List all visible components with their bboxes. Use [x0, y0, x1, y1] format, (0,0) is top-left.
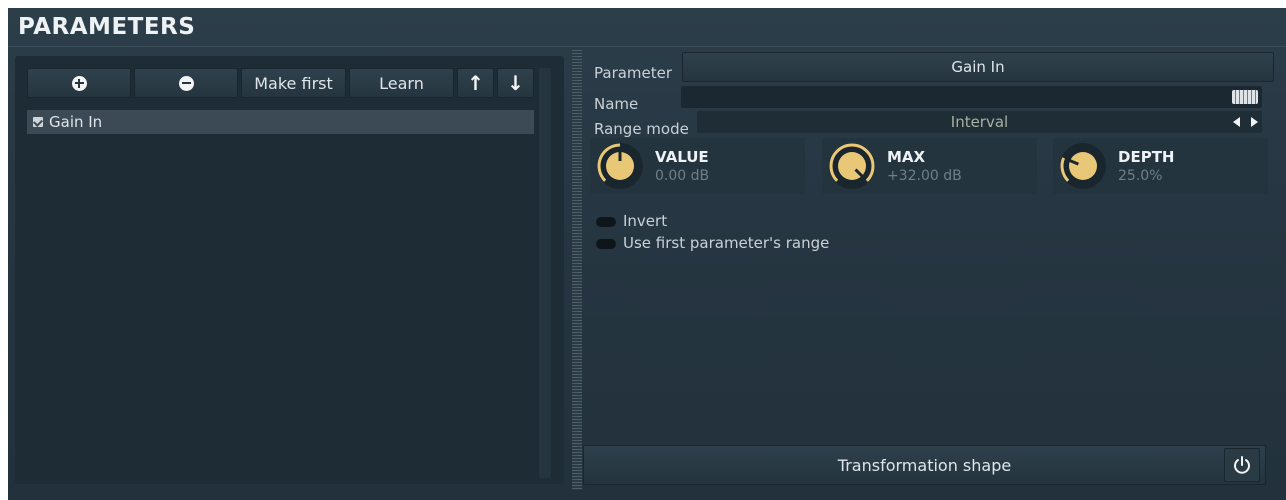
make-first-button[interactable]: Make first: [241, 68, 346, 98]
range-mode-value: Interval: [950, 113, 1009, 131]
learn-button[interactable]: Learn: [349, 68, 454, 98]
name-label: Name: [594, 95, 639, 113]
parameter-label: Parameter: [594, 64, 673, 82]
checkbox-icon[interactable]: [33, 117, 43, 127]
transformation-shape-button[interactable]: Transformation shape: [583, 445, 1266, 485]
parameter-list: Gain In: [27, 110, 534, 470]
remove-parameter-button[interactable]: [134, 68, 238, 98]
value-knob-readout: 0.00 dB: [655, 168, 710, 184]
use-first-range-toggle[interactable]: [596, 239, 616, 249]
title-bar: PARAMETERS: [8, 8, 1286, 47]
list-scrollbar[interactable]: [539, 68, 551, 478]
power-button[interactable]: [1224, 448, 1260, 482]
list-item[interactable]: Gain In: [27, 110, 534, 134]
move-up-button[interactable]: ↑: [457, 68, 494, 98]
range-mode-select[interactable]: Interval: [697, 111, 1262, 133]
value-knob-group: VALUE 0.00 dB: [590, 138, 805, 194]
keyboard-icon[interactable]: [1232, 90, 1258, 104]
invert-label: Invert: [623, 212, 668, 230]
list-item-label: Gain In: [49, 113, 103, 131]
plus-circle-icon: [71, 75, 87, 91]
parameter-select-button[interactable]: Gain In: [682, 52, 1274, 82]
next-arrow-icon[interactable]: [1251, 117, 1258, 127]
add-parameter-button[interactable]: [27, 68, 131, 98]
use-first-range-label: Use first parameter's range: [623, 234, 830, 252]
prev-arrow-icon[interactable]: [1233, 117, 1240, 127]
arrow-up-icon: ↑: [467, 71, 484, 95]
move-down-button[interactable]: ↓: [497, 68, 534, 98]
value-knob-label: VALUE: [655, 148, 709, 166]
max-knob-readout: +32.00 dB: [887, 168, 962, 184]
panel-splitter[interactable]: [572, 50, 582, 490]
value-knob[interactable]: [596, 142, 644, 190]
max-knob-group: MAX +32.00 dB: [822, 138, 1037, 194]
transformation-shape-label: Transformation shape: [837, 455, 1012, 475]
arrow-down-icon: ↓: [507, 71, 524, 95]
depth-knob-group: DEPTH 25.0%: [1053, 138, 1268, 194]
depth-knob-readout: 25.0%: [1118, 168, 1163, 184]
minus-circle-icon: [178, 75, 194, 91]
depth-knob-label: DEPTH: [1118, 148, 1175, 166]
power-icon: [1234, 456, 1250, 474]
name-field[interactable]: [681, 86, 1262, 108]
depth-knob[interactable]: [1059, 142, 1107, 190]
section-title: PARAMETERS: [18, 14, 196, 40]
knob-body: [1069, 152, 1097, 180]
max-knob-label: MAX: [887, 148, 926, 166]
max-knob[interactable]: [828, 142, 876, 190]
range-mode-label: Range mode: [594, 120, 689, 138]
invert-toggle[interactable]: [596, 217, 616, 227]
parameter-list-panel: Make first Learn ↑ ↓ Gain In: [15, 56, 564, 484]
